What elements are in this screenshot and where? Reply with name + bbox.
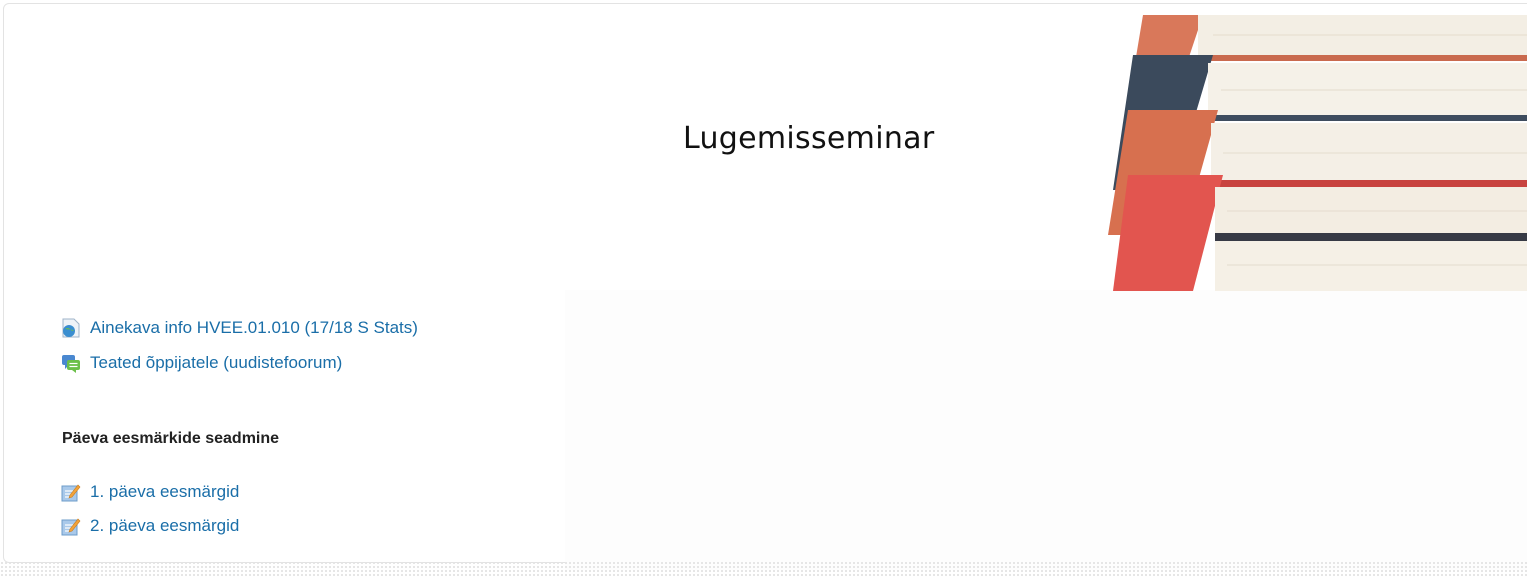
section-heading: Päeva eesmärkide seadmine (62, 430, 280, 447)
content-area (565, 290, 1527, 570)
section-divider (0, 561, 1527, 577)
url-globe-icon (60, 317, 82, 339)
activity-link-news-forum[interactable]: Teated õppijatele (uudistefoorum) (60, 352, 342, 374)
activity-link-day2-goals[interactable]: 2. päeva eesmärgid (60, 515, 239, 537)
activity-link-day1-goals[interactable]: 1. päeva eesmärgid (60, 481, 239, 503)
assignment-icon (60, 515, 82, 537)
assignment-icon (60, 481, 82, 503)
activity-label: 1. päeva eesmärgid (90, 482, 240, 501)
activity-label: Ainekava info HVEE.01.010 (17/18 S Stats… (90, 318, 418, 337)
course-banner-title: Lugemisseminar (683, 121, 935, 156)
activity-label: Teated õppijatele (uudistefoorum) (90, 353, 343, 372)
forum-icon (60, 352, 82, 374)
activity-label: 2. päeva eesmärgid (90, 516, 240, 535)
books-banner-image (1103, 15, 1527, 291)
activity-link-course-info[interactable]: Ainekava info HVEE.01.010 (17/18 S Stats… (60, 317, 418, 339)
